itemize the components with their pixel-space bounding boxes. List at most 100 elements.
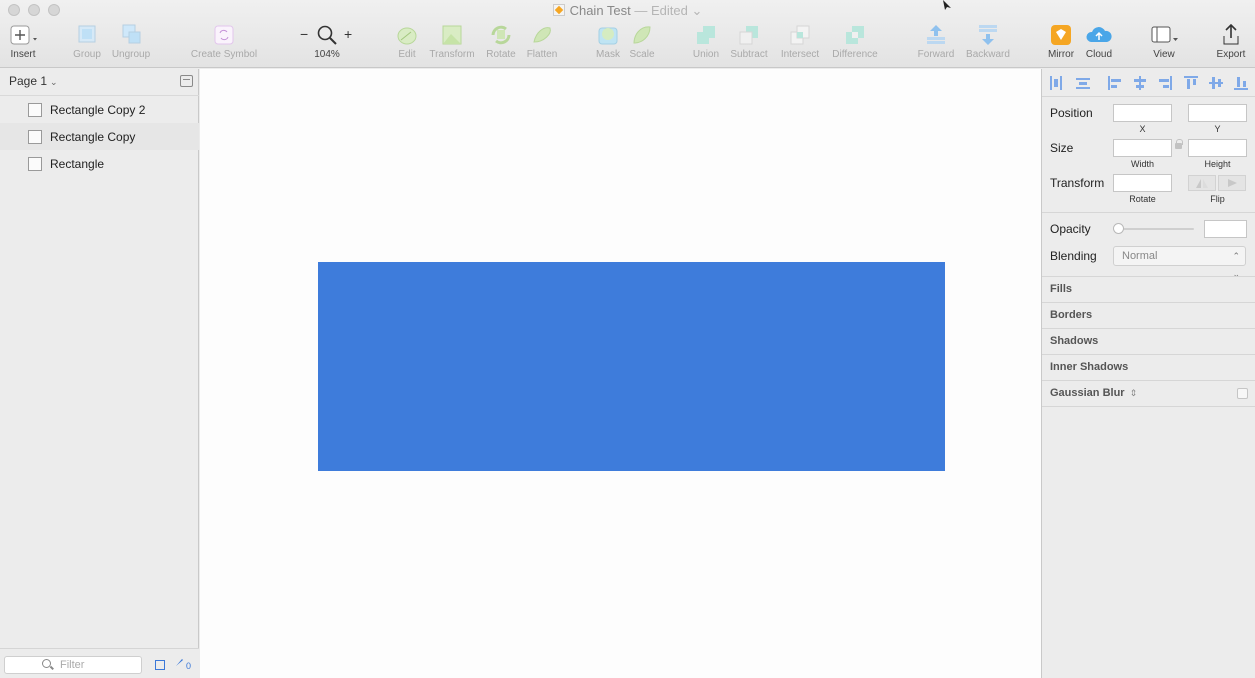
toggle-pages-icon[interactable] xyxy=(180,75,193,87)
union-label: Union xyxy=(692,49,720,60)
gaussian-blur-checkbox[interactable] xyxy=(1237,388,1248,399)
difference-icon xyxy=(828,24,882,46)
group-button[interactable]: Group xyxy=(70,24,104,60)
layer-name: Rectangle xyxy=(50,156,105,171)
title-chevron-icon[interactable]: ⌄ xyxy=(692,3,703,18)
rectangle-shape[interactable] xyxy=(318,262,527,471)
opacity-field[interactable] xyxy=(1204,220,1247,238)
zoom-level: 104% xyxy=(314,49,340,60)
rectangle-copy-2-shape[interactable] xyxy=(736,262,945,471)
ungroup-icon xyxy=(108,24,154,46)
width-field[interactable] xyxy=(1113,139,1172,157)
ungroup-button[interactable]: Ungroup xyxy=(108,24,154,60)
toolbar: Chain Test — Edited ⌄ Insert Group Ungro… xyxy=(0,0,1255,68)
transform-button[interactable]: Transform xyxy=(426,24,478,60)
layer-item[interactable]: Rectangle xyxy=(0,150,199,177)
filter-input[interactable]: Filter xyxy=(4,656,142,674)
export-icon xyxy=(1212,23,1250,46)
transform-icon xyxy=(426,24,478,46)
lock-icon[interactable] xyxy=(1175,139,1183,149)
scale-button[interactable]: Scale xyxy=(628,24,656,60)
mouse-cursor-icon xyxy=(943,0,951,10)
blending-select[interactable]: Normal ⌃ ⌄ xyxy=(1113,246,1246,279)
create-symbol-button[interactable]: Create Symbol xyxy=(186,24,262,60)
union-button[interactable]: Union xyxy=(690,24,722,60)
transform-label: Transform xyxy=(1050,176,1105,190)
zoom-out-button[interactable]: − xyxy=(300,26,308,42)
insert-icon xyxy=(6,24,40,46)
pages-filter-icon[interactable] xyxy=(155,660,165,670)
divider xyxy=(1042,212,1255,213)
rotate-button[interactable]: Rotate xyxy=(484,24,518,60)
align-bottom-icon[interactable] xyxy=(1234,76,1248,90)
opacity-slider-handle[interactable] xyxy=(1113,223,1124,234)
opacity-slider[interactable] xyxy=(1117,228,1194,230)
mirror-button[interactable]: Mirror xyxy=(1044,24,1078,60)
layer-item[interactable]: Rectangle Copy 2 xyxy=(0,96,199,123)
magnifier-icon xyxy=(317,25,337,45)
flatten-button[interactable]: Flatten xyxy=(524,24,560,60)
filter-count: 0 xyxy=(186,661,192,671)
blur-type-arrows-icon[interactable]: ⇕ xyxy=(1130,388,1138,398)
position-label: Position xyxy=(1050,106,1093,120)
inner-shadows-section[interactable]: Inner Shadows xyxy=(1042,354,1255,380)
align-middle-vertical-icon[interactable] xyxy=(1209,76,1223,90)
rotate-field[interactable] xyxy=(1113,174,1172,192)
rectangle-copy-shape[interactable] xyxy=(527,262,736,471)
borders-section[interactable]: Borders xyxy=(1042,302,1255,328)
zoom-in-button[interactable]: + xyxy=(344,26,352,42)
forward-button[interactable]: Forward xyxy=(914,24,958,60)
mirror-label: Mirror xyxy=(1047,49,1075,60)
x-field[interactable] xyxy=(1113,104,1172,122)
backward-label: Backward xyxy=(966,49,1010,60)
page-selector[interactable]: Page 1 ⌄ xyxy=(9,74,58,88)
align-right-icon[interactable] xyxy=(1158,76,1172,90)
flip-horizontal-button[interactable] xyxy=(1188,175,1216,191)
flatten-icon xyxy=(524,24,560,46)
sketch-document-icon xyxy=(552,4,565,16)
gaussian-blur-section[interactable]: Gaussian Blur ⇕ xyxy=(1042,380,1255,406)
shadows-section[interactable]: Shadows xyxy=(1042,328,1255,354)
mask-button[interactable]: Mask xyxy=(594,24,622,60)
layer-name: Rectangle Copy xyxy=(50,129,136,144)
mask-label: Mask xyxy=(596,49,620,60)
fills-section[interactable]: Fills xyxy=(1042,276,1255,302)
fills-label: Fills xyxy=(1050,283,1073,295)
x-label: X xyxy=(1139,124,1146,134)
create-symbol-icon xyxy=(186,24,262,46)
cloud-button[interactable]: Cloud xyxy=(1082,24,1116,60)
forward-icon xyxy=(914,24,958,46)
backward-button[interactable]: Backward xyxy=(962,24,1014,60)
inner-shadows-label: Inner Shadows xyxy=(1050,361,1129,373)
flip-vertical-icon xyxy=(1228,179,1237,187)
view-button[interactable]: View xyxy=(1146,24,1182,60)
y-field[interactable] xyxy=(1188,104,1247,122)
flatten-label: Flatten xyxy=(526,49,558,60)
group-icon xyxy=(70,24,104,46)
edit-button[interactable]: Edit xyxy=(394,24,420,60)
distribute-vertical-icon[interactable] xyxy=(1076,76,1090,90)
align-center-horizontal-icon[interactable] xyxy=(1133,76,1147,90)
height-field[interactable] xyxy=(1188,139,1247,157)
flip-vertical-button[interactable] xyxy=(1218,175,1246,191)
rectangle-layer-icon xyxy=(28,129,42,144)
opacity-label: Opacity xyxy=(1050,222,1091,236)
blending-value: Normal xyxy=(1122,250,1158,262)
create-symbol-label: Create Symbol xyxy=(190,49,258,60)
edited-status: — Edited xyxy=(634,3,688,18)
layer-item[interactable]: Rectangle Copy xyxy=(0,123,199,150)
difference-button[interactable]: Difference xyxy=(828,24,882,60)
window-title: Chain Test — Edited ⌄ xyxy=(0,3,1255,19)
intersect-button[interactable]: Intersect xyxy=(776,24,824,60)
export-button[interactable]: Export xyxy=(1212,23,1250,60)
align-left-icon[interactable] xyxy=(1108,76,1122,90)
canvas[interactable] xyxy=(200,69,1041,678)
forward-label: Forward xyxy=(917,49,955,60)
insert-button[interactable]: Insert xyxy=(6,24,40,60)
transform-label: Transform xyxy=(429,49,475,60)
align-top-icon[interactable] xyxy=(1184,76,1198,90)
subtract-button[interactable]: Subtract xyxy=(726,24,772,60)
distribute-horizontal-icon[interactable] xyxy=(1049,76,1063,90)
scale-icon xyxy=(628,24,656,46)
brush-icon[interactable] xyxy=(172,658,184,670)
